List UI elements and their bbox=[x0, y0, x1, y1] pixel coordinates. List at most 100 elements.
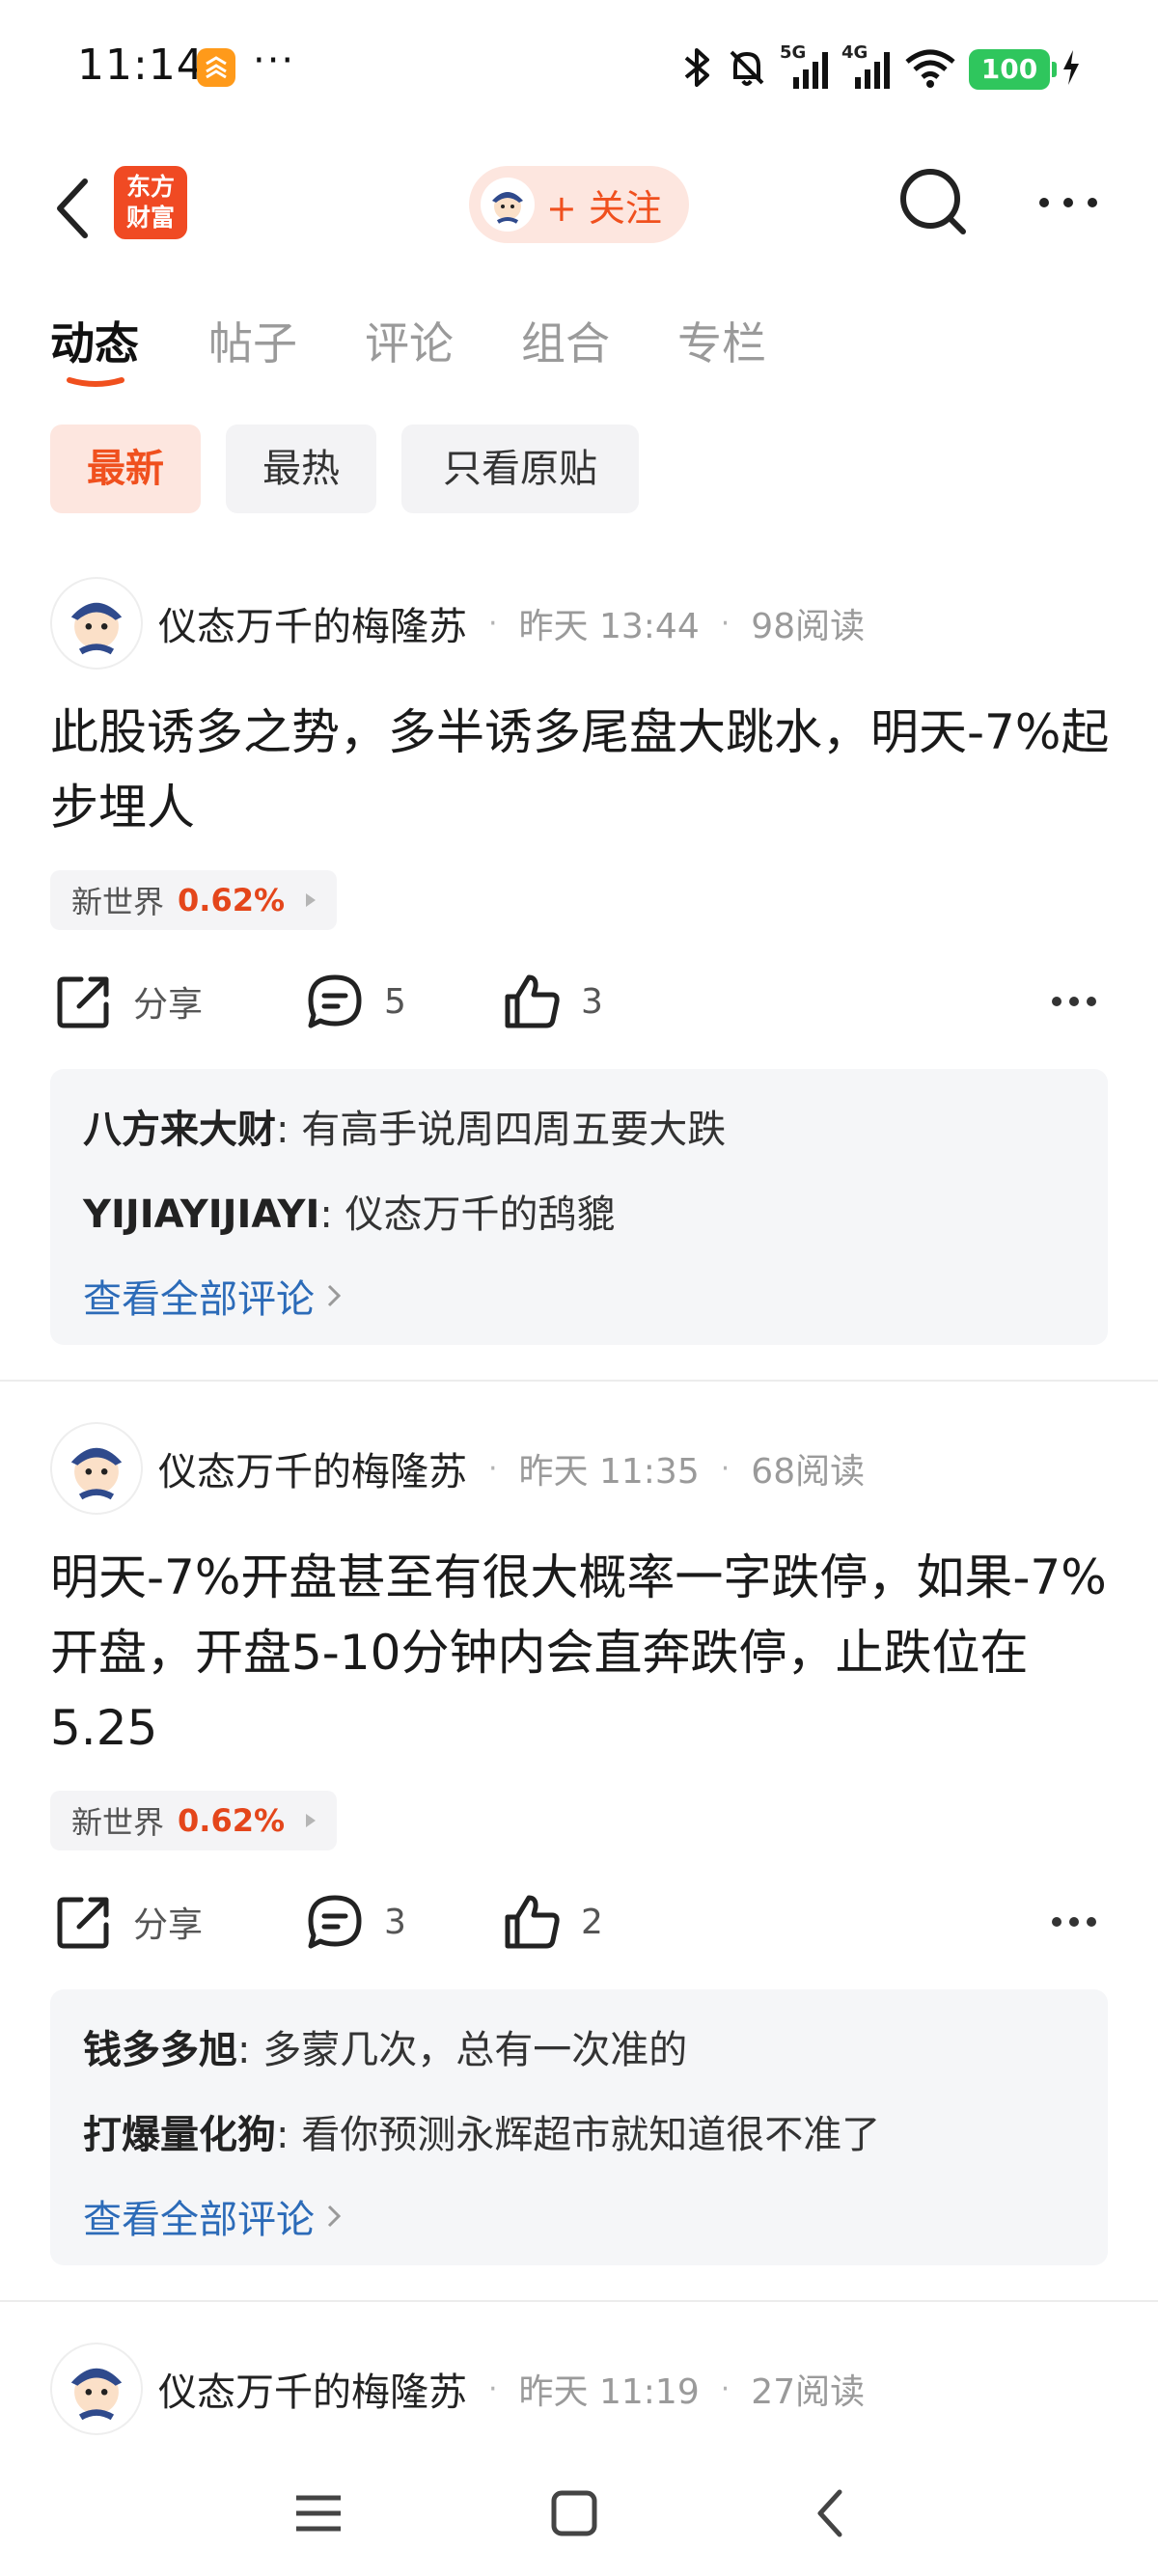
avatar[interactable] bbox=[50, 1422, 143, 1515]
author-name[interactable]: 仪态万千的梅隆苏 bbox=[158, 1440, 467, 1496]
comment-user[interactable]: YIJIAYIJIAYI bbox=[83, 1192, 319, 1237]
status-more-indicator: ··· bbox=[253, 39, 296, 83]
share-button[interactable]: 分享 bbox=[54, 963, 203, 1040]
more-horizontal-icon[interactable] bbox=[1050, 992, 1098, 1011]
comment-button[interactable]: 3 bbox=[305, 1883, 406, 1960]
author-name[interactable]: 仪态万千的梅隆苏 bbox=[158, 595, 467, 651]
chevron-right-icon bbox=[327, 1284, 342, 1307]
tab-column[interactable]: 专栏 bbox=[677, 309, 766, 372]
post-card[interactable]: 仪态万千的梅隆苏 · 昨天 11:19 · 27阅读 bbox=[0, 2341, 1158, 2447]
home-button[interactable] bbox=[531, 2470, 618, 2557]
filter-original-only[interactable]: 只看原贴 bbox=[401, 425, 639, 513]
stock-tag[interactable]: 新世界 0.62% bbox=[50, 870, 338, 930]
comment-user[interactable]: 八方来大财 bbox=[83, 1108, 276, 1152]
thumbs-up-icon bbox=[505, 974, 560, 1028]
menu-icon bbox=[296, 2495, 341, 2532]
comment-separator: : bbox=[276, 1108, 302, 1152]
comment-item: 钱多多旭: 多蒙几次，总有一次准的 bbox=[83, 2018, 687, 2074]
read-count: 68阅读 bbox=[751, 1452, 866, 1492]
comment-preview[interactable]: 钱多多旭: 多蒙几次，总有一次准的 打爆量化狗: 看你预测永辉超市就知道很不准了… bbox=[50, 1989, 1108, 2265]
avatar[interactable] bbox=[50, 577, 143, 670]
signal-4g-label: 4G bbox=[841, 42, 868, 63]
tab-comments[interactable]: 评论 bbox=[365, 309, 454, 372]
comment-separator: : bbox=[276, 2113, 302, 2157]
view-all-label: 查看全部评论 bbox=[83, 2198, 315, 2242]
read-count: 27阅读 bbox=[751, 2372, 866, 2412]
post-card[interactable]: 仪态万千的梅隆苏 · 昨天 11:35 · 68阅读 明天-7%开盘甚至有很大概… bbox=[0, 1420, 1158, 2298]
view-all-comments-link[interactable]: 查看全部评论 bbox=[83, 1268, 342, 1324]
tab-posts[interactable]: 帖子 bbox=[208, 309, 297, 372]
play-arrow-icon bbox=[306, 893, 317, 907]
app-notification-icon bbox=[197, 48, 235, 87]
avatar bbox=[481, 178, 535, 232]
comment-text: 有高手说周四周五要大跌 bbox=[301, 1108, 727, 1152]
comment-separator: : bbox=[319, 1192, 345, 1237]
signal-4g-icon: 4G bbox=[841, 42, 892, 93]
brand-logo[interactable]: 东方 财富 bbox=[114, 166, 187, 239]
post-header: 仪态万千的梅隆苏 · 昨天 11:35 · 68阅读 bbox=[50, 1420, 865, 1517]
status-time: 11:14 bbox=[77, 41, 205, 90]
filter-hot[interactable]: 最热 bbox=[226, 425, 376, 513]
post-header: 仪态万千的梅隆苏 · 昨天 11:19 · 27阅读 bbox=[50, 2341, 865, 2437]
comment-text: 多蒙几次，总有一次准的 bbox=[262, 2028, 688, 2072]
follow-button[interactable]: + 关注 bbox=[469, 166, 689, 243]
stock-change: 0.62% bbox=[178, 1802, 286, 1839]
filter-chips: 最新 最热 只看原贴 bbox=[0, 425, 1158, 513]
comment-separator: : bbox=[237, 2028, 263, 2072]
comment-text: 看你预测永辉超市就知道很不准了 bbox=[301, 2113, 881, 2157]
comment-user[interactable]: 打爆量化狗 bbox=[83, 2113, 276, 2157]
comment-icon bbox=[308, 1895, 362, 1949]
back-button[interactable] bbox=[48, 170, 106, 247]
brand-logo-line2: 财富 bbox=[125, 204, 175, 232]
share-label: 分享 bbox=[133, 1905, 204, 1945]
post-card[interactable]: 仪态万千的梅隆苏 · 昨天 13:44 · 98阅读 此股诱多之势，多半诱多尾盘… bbox=[0, 575, 1158, 1378]
post-time: 昨天 11:19 bbox=[518, 2372, 700, 2412]
post-divider bbox=[0, 1380, 1158, 1382]
share-button[interactable]: 分享 bbox=[54, 1883, 203, 1960]
like-button[interactable]: 2 bbox=[502, 1883, 603, 1960]
post-time: 昨天 13:44 bbox=[518, 607, 700, 646]
like-button[interactable]: 3 bbox=[502, 963, 603, 1040]
stock-name: 新世界 bbox=[71, 1804, 165, 1841]
comment-preview[interactable]: 八方来大财: 有高手说周四周五要大跌 YIJIAYIJIAYI: 仪态万千的鸹貔… bbox=[50, 1069, 1108, 1345]
post-text[interactable]: 明天-7%开盘甚至有很大概率一字跌停，如果-7%开盘，开盘5-10分钟内会直奔跌… bbox=[50, 1540, 1121, 1766]
post-time: 昨天 11:35 bbox=[518, 1452, 700, 1492]
search-button[interactable] bbox=[896, 164, 973, 241]
wifi-icon bbox=[903, 46, 957, 93]
follow-label: + 关注 bbox=[546, 186, 662, 230]
tab-portfolio[interactable]: 组合 bbox=[521, 309, 610, 372]
stock-tag[interactable]: 新世界 0.62% bbox=[50, 1791, 338, 1850]
square-icon bbox=[551, 2490, 597, 2536]
search-icon bbox=[900, 169, 966, 234]
post-text[interactable]: 此股诱多之势，多半诱多尾盘大跳水，明天-7%起步埋人 bbox=[50, 695, 1121, 845]
comment-count: 3 bbox=[384, 1902, 406, 1942]
meta-separator: · bbox=[488, 2371, 498, 2406]
mute-icon bbox=[726, 46, 768, 93]
comment-user[interactable]: 钱多多旭 bbox=[83, 2028, 237, 2072]
post-divider bbox=[0, 2300, 1158, 2302]
meta-separator: · bbox=[720, 2371, 731, 2406]
post-actions: 分享 3 2 bbox=[0, 1883, 1158, 1960]
tab-dynamics[interactable]: 动态 bbox=[50, 309, 139, 372]
more-horizontal-icon[interactable] bbox=[1050, 1912, 1098, 1932]
more-options-button[interactable] bbox=[1034, 183, 1102, 222]
view-all-comments-link[interactable]: 查看全部评论 bbox=[83, 2188, 342, 2244]
signal-5g-label: 5G bbox=[780, 42, 807, 63]
chevron-left-icon bbox=[817, 2489, 842, 2537]
status-bar: 11:14 ··· 5G 4G 100 bbox=[0, 0, 1158, 145]
system-nav-bar bbox=[0, 2451, 1158, 2576]
comment-text: 仪态万千的鸹貔 bbox=[345, 1192, 616, 1237]
brand-logo-line1: 东方 bbox=[125, 173, 175, 201]
stock-change: 0.62% bbox=[178, 882, 286, 918]
comment-item: 八方来大财: 有高手说周四周五要大跌 bbox=[83, 1098, 726, 1154]
system-back-button[interactable] bbox=[786, 2470, 873, 2557]
avatar[interactable] bbox=[50, 2343, 143, 2435]
author-name[interactable]: 仪态万千的梅隆苏 bbox=[158, 2361, 467, 2417]
comment-count: 5 bbox=[384, 981, 406, 1022]
share-icon bbox=[57, 1897, 109, 1949]
filter-latest[interactable]: 最新 bbox=[50, 425, 201, 513]
meta-separator: · bbox=[720, 1451, 731, 1486]
meta-separator: · bbox=[488, 1451, 498, 1486]
comment-button[interactable]: 5 bbox=[305, 963, 406, 1040]
recents-button[interactable] bbox=[275, 2470, 362, 2557]
